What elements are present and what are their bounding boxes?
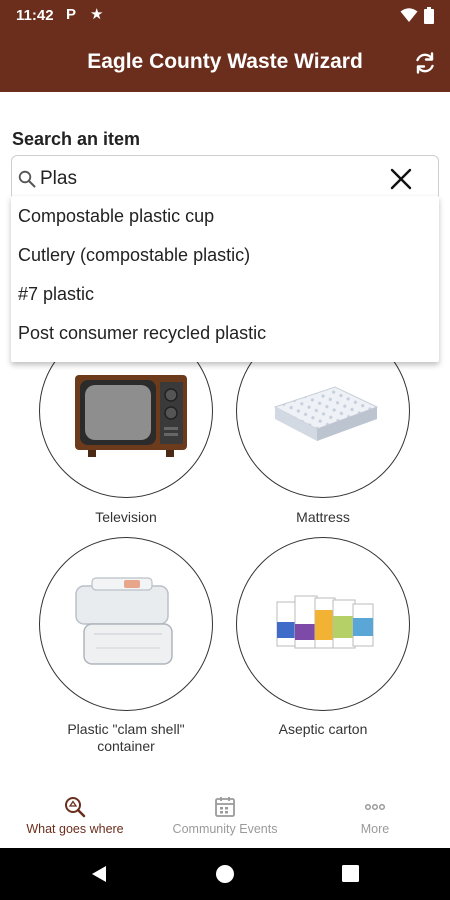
item-label: Aseptic carton: [278, 721, 368, 737]
nav-community-events[interactable]: Community Events: [150, 787, 300, 848]
bottom-nav: What goes where Community Events More: [0, 787, 450, 848]
parking-icon: P: [66, 6, 77, 23]
item-card-aseptic-carton[interactable]: Aseptic carton: [236, 537, 412, 742]
calendar-icon: [215, 797, 235, 817]
back-icon[interactable]: [90, 865, 108, 883]
search-suggestions-dropdown: Compostable plastic cup Cutlery (compost…: [11, 196, 439, 362]
suggestion-item[interactable]: Cutlery (compostable plastic): [11, 236, 439, 275]
wifi-icon: [400, 8, 418, 22]
status-time: 11:42: [16, 7, 54, 24]
item-label: Mattress: [296, 509, 350, 525]
nav-label: Community Events: [172, 822, 278, 836]
item-circle[interactable]: [39, 537, 213, 711]
item-label: Plastic "clam shell" container: [67, 721, 185, 754]
battery-icon: [424, 7, 434, 24]
nav-label: What goes where: [26, 822, 124, 836]
nav-more[interactable]: More: [300, 787, 450, 848]
item-card-clam-shell-container[interactable]: Plastic "clam shell" container: [39, 537, 215, 757]
app-header: 11:42 P ★ Eagle County Waste Wizard: [0, 0, 450, 92]
refresh-icon[interactable]: [412, 50, 438, 76]
clear-search-icon[interactable]: [388, 166, 414, 192]
more-dots-icon: [364, 803, 386, 811]
search-icon: [18, 170, 36, 188]
home-icon[interactable]: [215, 864, 235, 884]
star-icon: ★: [90, 6, 104, 23]
aseptic-carton-image: [276, 595, 374, 649]
suggestion-item[interactable]: #7 plastic: [11, 275, 439, 314]
suggestion-item[interactable]: Post consumer recycled plastic: [11, 314, 439, 353]
system-nav-bar: [0, 848, 450, 900]
nav-what-goes-where[interactable]: What goes where: [0, 787, 150, 848]
status-bar: 11:42 P ★: [0, 0, 450, 32]
nav-label: More: [360, 822, 390, 836]
search-label: Search an item: [12, 129, 141, 149]
app-title: Eagle County Waste Wizard: [87, 50, 363, 73]
clam-shell-container-image: [75, 577, 173, 665]
suggestion-item[interactable]: Compostable plastic cup: [11, 197, 439, 236]
item-label: Television: [95, 509, 157, 525]
recents-icon[interactable]: [342, 865, 359, 882]
search-input[interactable]: [40, 166, 380, 192]
item-circle[interactable]: [236, 537, 410, 711]
search-recycle-icon: [65, 797, 86, 818]
search-box[interactable]: [11, 155, 439, 201]
